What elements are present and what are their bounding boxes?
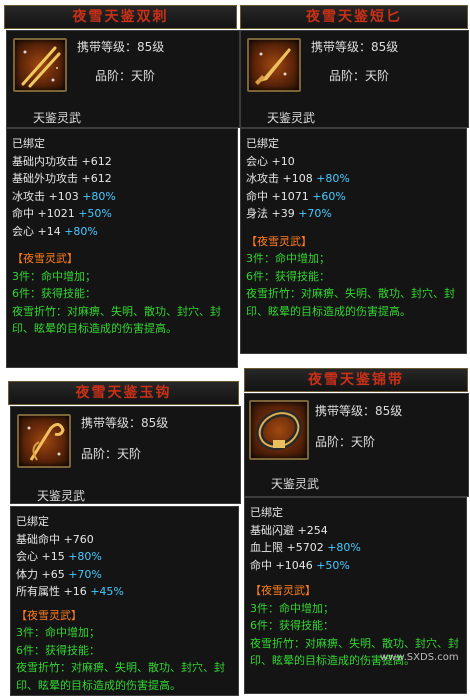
carry-level: 携带等级：85级 <box>81 416 169 430</box>
skill-description: 夜雪折竹：对麻痹、失明、散功、封穴、封印、眩晕的目标造成的伤害提高。 <box>12 304 221 336</box>
set-bonus-line: 3件：命中增加； <box>12 269 96 283</box>
stat-row: 基础命中 +760 <box>16 532 94 546</box>
item-grade: 品阶：天阶 <box>81 447 142 461</box>
stat-row: 会心 +15 +80% <box>16 550 102 563</box>
stat-row: 冰攻击 +103 +80% <box>12 189 116 203</box>
watermark: www.SXDS.com <box>380 652 459 663</box>
carry-level: 携带等级：85级 <box>311 40 399 54</box>
item-stats-panel: 已绑定 会心 +10 冰攻击 +108 +80% 命中 +1071 +60% 身… <box>240 128 467 354</box>
set-name: 【夜雪灵武】 <box>246 234 312 248</box>
bound-status: 已绑定 <box>12 137 45 150</box>
item-title: 夜雪天鉴短匕 <box>240 5 468 29</box>
item-header-panel: 携带等级：85级 品阶：天阶 天鉴灵武 <box>6 30 240 128</box>
set-bonus-line: 6件：获得技能： <box>246 269 330 283</box>
item-header-panel: 携带等级：85级 品阶：天阶 天鉴灵武 <box>244 393 469 497</box>
item-stats-panel: 已绑定 基础命中 +760 会心 +15 +80% 体力 +65 +70% 所有… <box>10 506 239 696</box>
item-stats-panel: 已绑定 基础内功攻击 +612 基础外功攻击 +612 冰攻击 +103 +80… <box>6 128 238 368</box>
stat-row: 命中 +1046 +50% <box>250 558 350 572</box>
item-grade: 品阶：天阶 <box>315 435 376 449</box>
stat-row: 会心 +10 <box>246 154 295 168</box>
stat-row: 基础内功攻击 +612 <box>12 154 112 168</box>
item-category: 天鉴灵武 <box>271 477 320 491</box>
bound-status: 已绑定 <box>16 515 49 528</box>
jade-hook-icon[interactable] <box>17 414 71 468</box>
short-dagger-icon[interactable] <box>247 38 301 92</box>
set-bonus-line: 6件：获得技能： <box>250 619 334 632</box>
bound-status: 已绑定 <box>250 506 283 519</box>
stat-row: 命中 +1071 +60% <box>246 189 346 203</box>
stat-row: 命中 +1021 +50% <box>12 207 112 220</box>
set-bonus-line: 6件：获得技能： <box>12 287 96 300</box>
set-name: 【夜雪灵武】 <box>16 608 82 622</box>
stat-row: 身法 +39 +70% <box>246 207 332 220</box>
skill-description: 夜雪折竹：对麻痹、失明、散功、封穴、封印、眩晕的目标造成的伤害提高。 <box>16 661 225 692</box>
set-name: 【夜雪灵武】 <box>12 252 78 265</box>
bound-status: 已绑定 <box>246 137 279 150</box>
item-grade: 品阶：天阶 <box>329 69 390 83</box>
carry-level: 携带等级：85级 <box>77 40 165 54</box>
set-bonus-line: 3件：命中增加； <box>246 252 330 265</box>
stat-row: 体力 +65 +70% <box>16 567 102 581</box>
game-tooltip-screenshot: { "cards": [ { "title": "夜雪天鉴双刺", "level… <box>0 0 470 696</box>
item-category: 天鉴灵武 <box>37 489 86 503</box>
stat-row: 所有属性 +16 +45% <box>16 585 124 598</box>
item-stats-panel: 已绑定 基础闪避 +254 血上限 +5702 +80% 命中 +1046 +5… <box>244 497 467 694</box>
item-title: 夜雪天鉴锦带 <box>244 368 468 392</box>
item-header-panel: 携带等级：85级 品阶：天阶 天鉴灵武 <box>10 406 241 504</box>
stat-row: 基础外功攻击 +612 <box>12 172 112 185</box>
item-category: 天鉴灵武 <box>267 111 316 125</box>
stat-row: 基础闪避 +254 <box>250 523 328 537</box>
carry-level: 携带等级：85级 <box>315 404 403 418</box>
stat-row: 会心 +14 +80% <box>12 224 98 238</box>
item-header-panel: 携带等级：85级 品阶：天阶 天鉴灵武 <box>240 30 469 128</box>
set-bonus-line: 6件：获得技能： <box>16 643 100 657</box>
item-title: 夜雪天鉴玉钩 <box>8 381 239 405</box>
double-dagger-icon[interactable] <box>13 38 67 92</box>
belt-icon[interactable] <box>249 400 309 460</box>
stat-row: 冰攻击 +108 +80% <box>246 172 350 185</box>
item-grade: 品阶：天阶 <box>95 69 156 83</box>
stat-row: 血上限 +5702 +80% <box>250 541 361 554</box>
set-bonus-line: 3件：命中增加； <box>16 626 100 639</box>
skill-description: 夜雪折竹：对麻痹、失明、散功、封穴、封印、眩晕的目标造成的伤害提高。 <box>246 287 455 318</box>
item-title: 夜雪天鉴双刺 <box>4 5 237 29</box>
set-name: 【夜雪灵武】 <box>250 584 316 597</box>
set-bonus-line: 3件：命中增加； <box>250 601 334 615</box>
item-category: 天鉴灵武 <box>33 111 82 125</box>
